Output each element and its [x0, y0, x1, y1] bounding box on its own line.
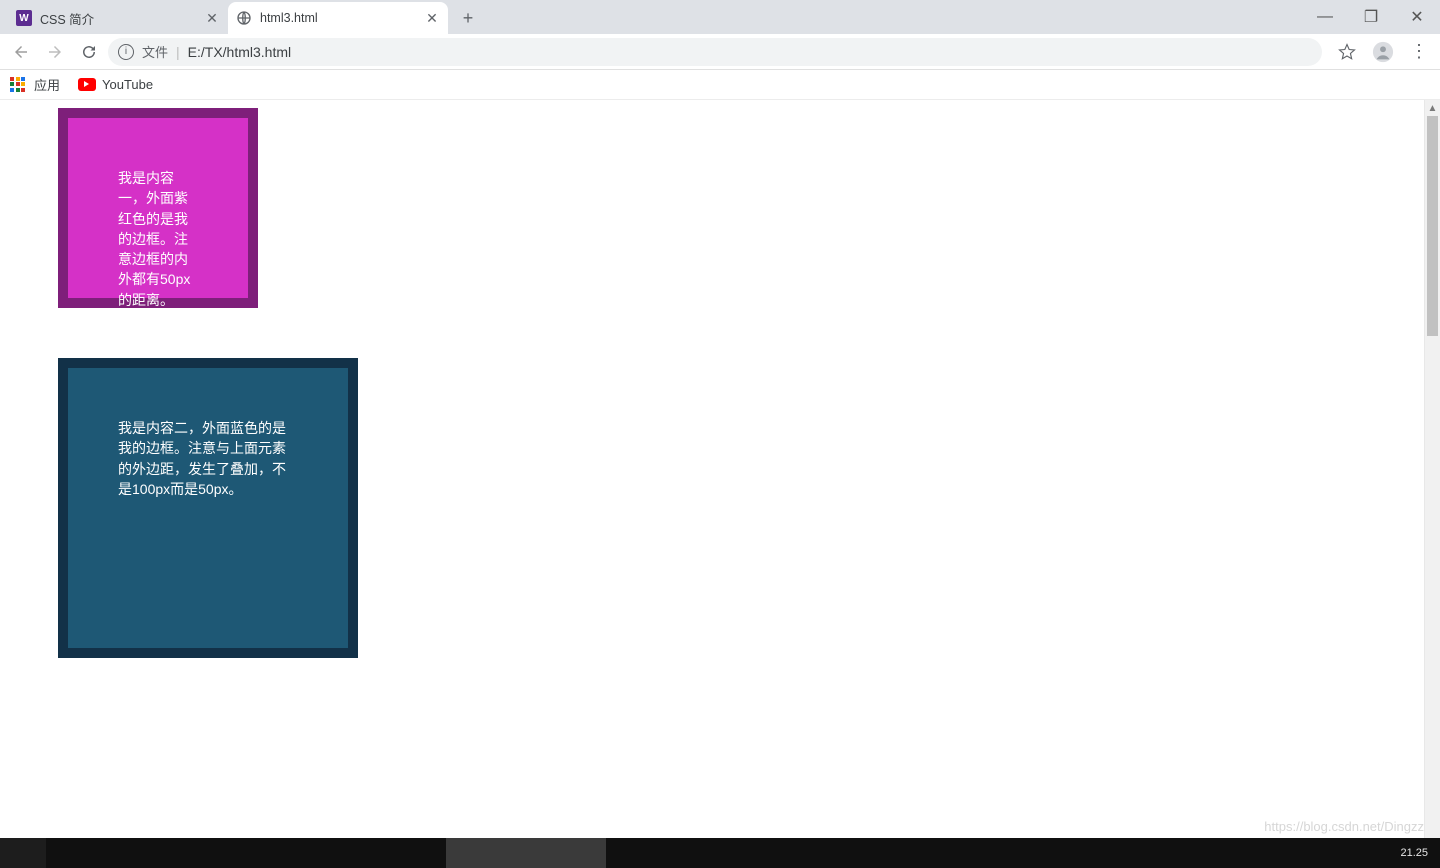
kebab-icon: ⋮: [1410, 41, 1428, 62]
taskbar-time: 21.25: [1400, 847, 1428, 859]
scroll-thumb[interactable]: [1427, 116, 1438, 336]
reload-button[interactable]: [74, 37, 104, 67]
address-prefix: 文件: [142, 42, 168, 61]
bookmark-youtube[interactable]: YouTube: [78, 77, 153, 92]
bookmark-star-button[interactable]: [1332, 37, 1362, 67]
toolbar: i 文件 | E:/TX/html3.html ⋮: [0, 34, 1440, 70]
new-tab-button[interactable]: +: [454, 4, 482, 32]
youtube-icon: [78, 78, 96, 91]
content-box-1: 我是内容一，外面紫红色的是我的边框。注意边框的内外都有50px的距离。: [58, 108, 258, 308]
profile-button[interactable]: [1368, 37, 1398, 67]
taskbar-active-app[interactable]: [446, 838, 606, 868]
taskbar-start[interactable]: [0, 838, 46, 868]
tab-title: html3.html: [260, 11, 416, 25]
apps-button[interactable]: 应用: [10, 75, 60, 94]
reload-icon: [80, 43, 98, 61]
menu-button[interactable]: ⋮: [1404, 37, 1434, 67]
close-icon[interactable]: ✕: [204, 10, 220, 26]
arrow-left-icon: [12, 43, 30, 61]
window-controls: — ❐ ✕: [1302, 0, 1440, 34]
forward-button[interactable]: [40, 37, 70, 67]
tab-title: CSS 简介: [40, 9, 196, 28]
box1-text: 我是内容一，外面紫红色的是我的边框。注意边框的内外都有50px的距离。: [118, 170, 190, 308]
info-icon[interactable]: i: [118, 44, 134, 60]
box2-text: 我是内容二，外面蓝色的是我的边框。注意与上面元素的外边距，发生了叠加，不是100…: [118, 420, 286, 497]
scroll-up-button[interactable]: ▲: [1425, 100, 1440, 116]
bookmark-label: YouTube: [102, 77, 153, 92]
separator: |: [176, 44, 180, 60]
address-url: E:/TX/html3.html: [188, 44, 291, 60]
close-window-button[interactable]: ✕: [1394, 0, 1440, 34]
apps-grid-icon: [10, 77, 26, 93]
globe-icon: [236, 10, 252, 26]
tab-strip: W CSS 简介 ✕ html3.html ✕ + — ❐ ✕: [0, 0, 1440, 34]
apps-label: 应用: [34, 75, 60, 94]
taskbar-tray[interactable]: 21.25: [1400, 838, 1440, 868]
tab-html3[interactable]: html3.html ✕: [228, 2, 448, 34]
page-content[interactable]: 我是内容一，外面紫红色的是我的边框。注意边框的内外都有50px的距离。 我是内容…: [0, 100, 1424, 868]
close-icon[interactable]: ✕: [424, 10, 440, 26]
os-taskbar[interactable]: 21.25: [0, 838, 1440, 868]
page-viewport: 我是内容一，外面紫红色的是我的边框。注意边框的内外都有50px的距离。 我是内容…: [0, 100, 1440, 868]
minimize-button[interactable]: —: [1302, 0, 1348, 34]
back-button[interactable]: [6, 37, 36, 67]
maximize-button[interactable]: ❐: [1348, 0, 1394, 34]
vertical-scrollbar[interactable]: ▲ ▼: [1424, 100, 1440, 868]
address-bar[interactable]: i 文件 | E:/TX/html3.html: [108, 38, 1322, 66]
tab-css-intro[interactable]: W CSS 简介 ✕: [8, 2, 228, 34]
person-circle-icon: [1372, 41, 1394, 63]
content-box-2: 我是内容二，外面蓝色的是我的边框。注意与上面元素的外边距，发生了叠加，不是100…: [58, 358, 358, 658]
arrow-right-icon: [46, 43, 64, 61]
bookmarks-bar: 应用 YouTube: [0, 70, 1440, 100]
browser-window: W CSS 简介 ✕ html3.html ✕ + — ❐ ✕: [0, 0, 1440, 868]
star-icon: [1338, 43, 1356, 61]
favicon-w3-icon: W: [16, 10, 32, 26]
scroll-track[interactable]: [1425, 116, 1440, 852]
